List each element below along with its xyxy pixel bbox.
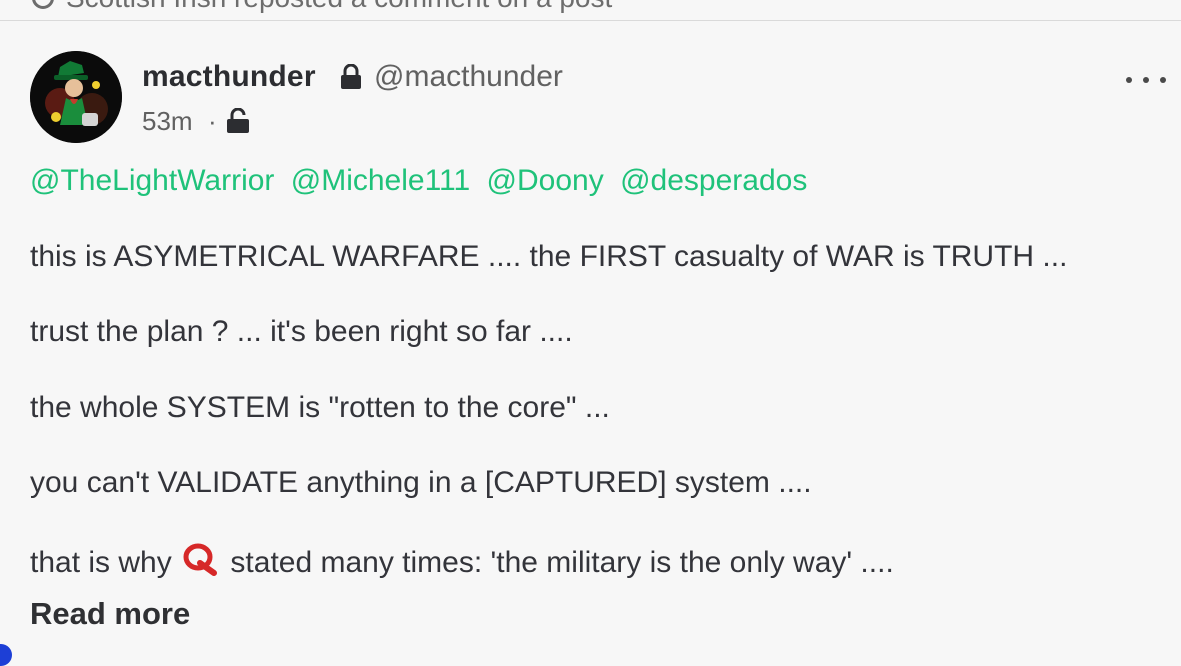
post-line: this is ASYMETRICAL WARFARE .... the FIR…	[30, 240, 1068, 273]
author-display-name[interactable]: macthunder	[142, 60, 316, 94]
post-line: trust the plan ? ... it's been right so …	[30, 315, 573, 348]
post-line-prefix: that is why	[30, 546, 172, 579]
mentions-line: @TheLightWarrior @Michele111 @Doony @des…	[30, 164, 815, 198]
repost-icon	[32, 0, 54, 9]
more-icon-dot	[1126, 77, 1132, 83]
post-line-last: that is why stated many times: 'the mili…	[30, 542, 894, 580]
unlock-icon	[227, 108, 249, 133]
more-icon-dot	[1160, 77, 1166, 83]
author-handle[interactable]: @macthunder	[374, 60, 563, 94]
avatar[interactable]	[30, 51, 122, 143]
lock-icon	[341, 64, 361, 89]
read-more-link[interactable]: Read more	[30, 596, 190, 632]
q-icon	[183, 543, 218, 576]
mention-link[interactable]: @desperados	[620, 164, 807, 197]
post-timestamp[interactable]: 53m	[142, 106, 193, 137]
repost-label: Scottish Irish reposted a comment on a p…	[66, 0, 612, 14]
post-line-suffix: stated many times: 'the military is the …	[230, 546, 894, 579]
repost-bar: Scottish Irish reposted a comment on a p…	[0, 0, 1181, 21]
avatar-image	[30, 51, 122, 143]
more-icon-dot	[1143, 77, 1149, 83]
mention-link[interactable]: @Doony	[487, 164, 604, 197]
post-line: you can't VALIDATE anything in a [CAPTUR…	[30, 466, 812, 499]
repost-text: Scottish Irish reposted a comment on a p…	[32, 0, 612, 14]
mention-link[interactable]: @Michele111	[291, 164, 470, 197]
post-line: the whole SYSTEM is "rotten to the core"…	[30, 391, 610, 424]
notification-dot	[0, 644, 12, 666]
mention-link[interactable]: @TheLightWarrior	[30, 164, 274, 197]
more-options-button[interactable]	[1126, 66, 1166, 94]
meta-separator: ·	[208, 106, 217, 136]
